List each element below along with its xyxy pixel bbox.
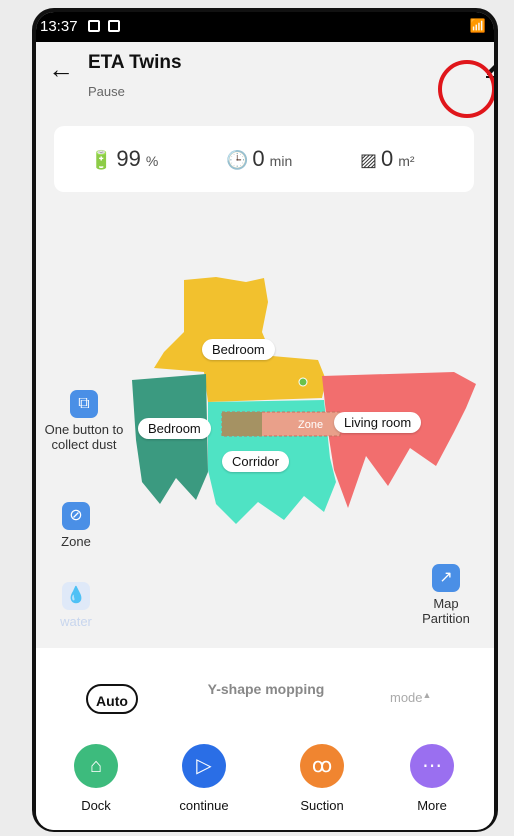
map-zone-label: Zone [298, 419, 323, 431]
map-partition-label: Map Partition [422, 596, 470, 626]
water-drop-icon: 💧 [62, 582, 90, 610]
device-status: Pause [88, 84, 125, 99]
header: ← ETA Twins Pause [36, 42, 494, 118]
mode-dropdown[interactable]: mode▲ [390, 690, 431, 705]
status-bar: 13:37 📶 [36, 12, 494, 42]
wifi-signal-icon: 📶 [469, 18, 486, 33]
dock-action[interactable]: ⌂ Dock [56, 744, 136, 813]
clipboard-notification-icon [108, 20, 120, 32]
y-shape-mopping-option[interactable]: Y-shape mopping [206, 678, 326, 700]
suction-icon: ꝏ [300, 744, 344, 788]
app-screen: 13:37 📶 ← ETA Twins Pause 🔋 99 % 🕒 0 min… [36, 12, 494, 830]
dust-bin-icon: ⧉ [70, 390, 98, 418]
more-label: More [417, 798, 447, 813]
more-action[interactable]: ⋯ More [392, 744, 472, 813]
time-unit: min [269, 153, 293, 169]
status-time: 13:37 [40, 18, 78, 35]
collect-dust-label: One button to collect dust [44, 422, 124, 452]
area-icon: ▨ [360, 150, 378, 170]
more-dots-icon: ⋯ [410, 744, 454, 788]
caret-up-icon: ▲ [422, 690, 432, 700]
battery-icon: 🔋 [90, 150, 113, 170]
area-unit: m² [398, 153, 415, 169]
bottom-panel: Auto Y-shape mopping mode▲ ⌂ Dock ▷ cont… [36, 648, 494, 830]
room-label-corridor[interactable]: Corridor [222, 451, 289, 472]
mode-label: mode [390, 690, 423, 705]
map-room-living-room [322, 372, 476, 508]
area-value: 0 [381, 146, 394, 171]
clock-icon: 🕒 [226, 150, 249, 170]
play-icon: ▷ [182, 744, 226, 788]
time-value: 0 [252, 146, 265, 171]
gallery-notification-icon [88, 20, 100, 32]
battery-value: 99 [116, 146, 141, 171]
map-partition-tool[interactable]: ↗ Map Partition [408, 564, 484, 626]
auto-button[interactable]: Auto [86, 684, 138, 714]
water-tool[interactable]: 💧 water [46, 582, 106, 629]
partition-icon: ↗ [432, 564, 460, 592]
time-stat: 🕒 0 min [226, 146, 292, 172]
zone-label: Zone [61, 534, 91, 549]
continue-action[interactable]: ▷ continue [164, 744, 244, 813]
suction-label: Suction [300, 798, 344, 813]
room-label-living-room[interactable]: Living room [334, 412, 422, 433]
highlight-circle [438, 60, 494, 118]
battery-unit: % [145, 153, 159, 169]
battery-stat: 🔋 99 % [90, 146, 158, 172]
room-label-bedroom-left[interactable]: Bedroom [138, 418, 211, 439]
home-icon: ⌂ [74, 744, 118, 788]
suction-action[interactable]: ꝏ Suction [282, 744, 362, 813]
continue-label: continue [179, 798, 229, 813]
dock-label: Dock [81, 798, 111, 813]
water-label: water [60, 614, 92, 629]
map-robot-position [298, 377, 308, 387]
device-title: ETA Twins [88, 52, 182, 73]
zone-tool[interactable]: ⊘ Zone [46, 502, 106, 549]
stats-card: 🔋 99 % 🕒 0 min ▨ 0 m² [54, 126, 474, 192]
zone-icon: ⊘ [62, 502, 90, 530]
collect-dust-tool[interactable]: ⧉ One button to collect dust [42, 390, 126, 452]
room-label-bedroom-top[interactable]: Bedroom [202, 339, 275, 360]
map-zone-block [222, 412, 262, 436]
back-arrow-icon[interactable]: ← [48, 54, 74, 85]
area-stat: ▨ 0 m² [360, 146, 415, 172]
map-room-bedroom-left [132, 374, 208, 504]
